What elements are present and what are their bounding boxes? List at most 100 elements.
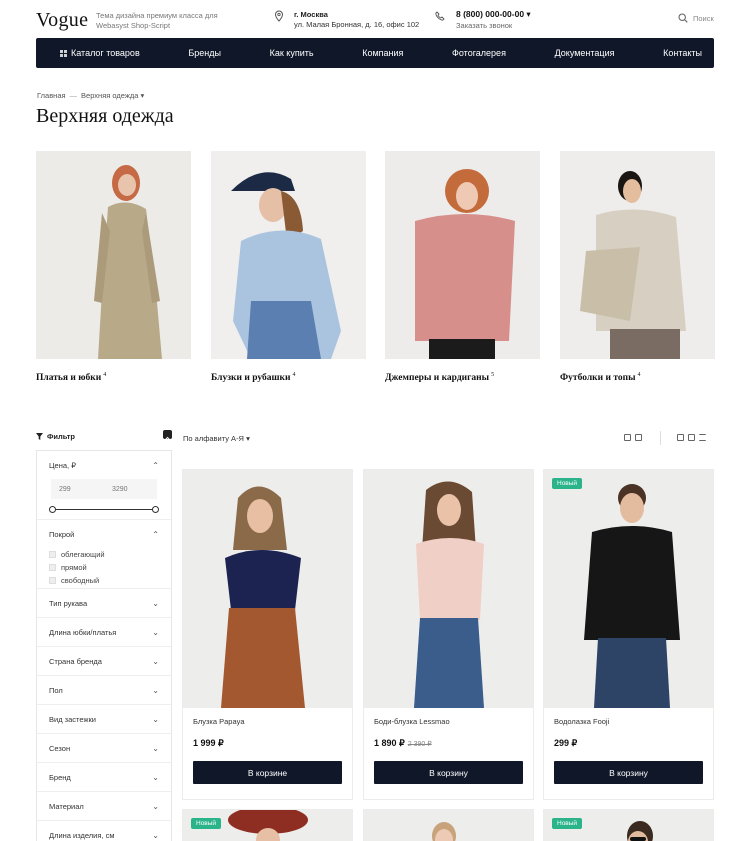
filter-cut: Покрой ⌃ облегающий прямой свободный — [37, 520, 171, 589]
category-image[interactable] — [211, 151, 366, 359]
filter-fastener[interactable]: Вид застежки ⌄ — [37, 705, 171, 734]
chevron-down-icon[interactable]: ▾ — [141, 91, 145, 100]
chevron-down-icon[interactable]: ⌄ — [152, 744, 159, 753]
product-card[interactable]: Новый Водолазка Fooji 299 ₽ В корзину — [543, 469, 714, 800]
category-tile[interactable]: Джемперы и кардиганы 5 — [385, 151, 540, 383]
product-card[interactable]: Боди-блузка Lessmao 1 890 ₽2 390 ₽ В кор… — [363, 469, 534, 800]
chevron-down-icon[interactable]: ⌄ — [152, 802, 159, 811]
filter-section-label: Покрой — [49, 529, 75, 539]
nav-how-to-buy[interactable]: Как купить — [270, 48, 314, 58]
filter-collapse-icon[interactable] — [163, 430, 172, 440]
filter-brand[interactable]: Бренд ⌄ — [37, 763, 171, 792]
chevron-down-icon[interactable]: ⌄ — [152, 599, 159, 608]
logo[interactable]: Vogue — [36, 9, 88, 32]
product-price: 299 ₽ — [554, 738, 703, 749]
filter-price: Цена, ₽ ⌃ 299 3290 — [37, 451, 171, 520]
category-label: Платья и юбки 4 — [36, 372, 191, 383]
city: г. Москва — [294, 10, 328, 19]
product-card[interactable] — [363, 809, 534, 841]
category-name[interactable]: Футболки и топы — [560, 373, 636, 383]
slider-handle-min[interactable] — [49, 506, 56, 513]
nav-contacts[interactable]: Контакты — [663, 48, 702, 58]
category-label: Футболки и топы 4 — [560, 372, 715, 383]
category-image[interactable] — [385, 151, 540, 359]
phone-dropdown-icon[interactable]: ▾ — [526, 9, 530, 19]
search-icon[interactable] — [678, 13, 688, 23]
filter-header[interactable]: Фильтр — [36, 430, 172, 442]
search-label[interactable]: Поиск — [693, 14, 714, 23]
product-image[interactable] — [364, 470, 533, 708]
nav-brands[interactable]: Бренды — [188, 48, 221, 58]
filter-material[interactable]: Материал ⌄ — [37, 792, 171, 821]
filter-section-label: Пол — [49, 685, 63, 695]
category-tile[interactable]: Платья и юбки 4 — [36, 151, 191, 383]
chevron-down-icon[interactable]: ⌄ — [152, 686, 159, 695]
checkbox-option[interactable]: свободный — [49, 574, 159, 587]
nav-gallery[interactable]: Фотогалерея — [452, 48, 506, 58]
filter-skirt-length[interactable]: Длина юбки/платья ⌄ — [37, 618, 171, 647]
add-to-cart-button[interactable]: В корзину — [554, 761, 703, 784]
filter-panel: Цена, ₽ ⌃ 299 3290 Покрой ⌃ облегающий пря… — [36, 450, 172, 841]
category-image[interactable] — [36, 151, 191, 359]
filter-gender[interactable]: Пол ⌄ — [37, 676, 171, 705]
grid-view-icon[interactable] — [677, 434, 684, 441]
in-cart-button[interactable]: В корзине — [193, 761, 342, 784]
chevron-down-icon[interactable]: ⌄ — [152, 628, 159, 637]
sort-dropdown[interactable]: По алфавиту А-Я ▾ — [183, 434, 250, 443]
compact-list-icon[interactable] — [699, 434, 706, 441]
product-image[interactable] — [364, 810, 534, 841]
filter-season[interactable]: Сезон ⌄ — [37, 734, 171, 763]
filter-item-length[interactable]: Длина изделия, см ⌄ — [37, 821, 171, 841]
product-name[interactable]: Водолазка Fooji — [554, 717, 703, 726]
checkbox-option[interactable]: облегающий — [49, 548, 159, 561]
filter-sleeve-type[interactable]: Тип рукава ⌄ — [37, 589, 171, 618]
price-max-input[interactable]: 3290 — [104, 486, 157, 493]
filter-section-header[interactable]: Цена, ₽ ⌃ — [49, 451, 159, 479]
checkbox-option[interactable]: прямой — [49, 561, 159, 574]
breadcrumb-home[interactable]: Главная — [37, 91, 66, 100]
product-card[interactable]: Блузка Papaya 1 999 ₽ В корзине — [182, 469, 353, 800]
category-count: 4 — [292, 372, 296, 378]
category-label: Блузки и рубашки 4 — [211, 372, 366, 383]
chevron-down-icon[interactable]: ⌄ — [152, 715, 159, 724]
chevron-down-icon[interactable]: ⌄ — [152, 657, 159, 666]
category-tile[interactable]: Футболки и топы 4 — [560, 151, 715, 383]
category-name[interactable]: Блузки и рубашки — [211, 373, 290, 383]
nav-company[interactable]: Компания — [362, 48, 403, 58]
filter-brand-country[interactable]: Страна бренда ⌄ — [37, 647, 171, 676]
list-view-icon[interactable] — [688, 434, 695, 441]
phone-number[interactable]: 8 (800) 000-00-00 — [456, 9, 524, 19]
chevron-up-icon[interactable]: ⌃ — [152, 461, 159, 470]
chevron-up-icon[interactable]: ⌃ — [152, 530, 159, 539]
checkbox[interactable] — [49, 551, 56, 558]
breadcrumb-current[interactable]: Верхняя одежда — [81, 91, 138, 100]
callback-link[interactable]: Заказать звонок — [456, 20, 531, 32]
slider-handle-max[interactable] — [152, 506, 159, 513]
nav-label: Каталог товаров — [71, 48, 140, 58]
category-name[interactable]: Джемперы и кардиганы — [385, 373, 489, 383]
price-current: 1 999 ₽ — [193, 738, 224, 748]
filter-section-header[interactable]: Покрой ⌃ — [49, 520, 159, 548]
category-tile[interactable]: Блузки и рубашки 4 — [211, 151, 366, 383]
checkbox-label: облегающий — [61, 550, 105, 559]
image-small-icon[interactable] — [635, 434, 642, 441]
chevron-down-icon[interactable]: ⌄ — [152, 773, 159, 782]
nav-docs[interactable]: Документация — [555, 48, 615, 58]
product-card[interactable]: Новый — [182, 809, 353, 841]
chevron-down-icon[interactable]: ▾ — [246, 434, 250, 443]
product-image[interactable]: Новый — [544, 470, 713, 708]
image-large-icon[interactable] — [624, 434, 631, 441]
product-name[interactable]: Блузка Papaya — [193, 717, 342, 726]
checkbox[interactable] — [49, 564, 56, 571]
product-image[interactable] — [183, 470, 352, 708]
chevron-down-icon[interactable]: ⌄ — [152, 831, 159, 840]
category-name[interactable]: Платья и юбки — [36, 373, 101, 383]
add-to-cart-button[interactable]: В корзину — [374, 761, 523, 784]
nav-catalog[interactable]: Каталог товаров — [60, 48, 140, 58]
category-image[interactable] — [560, 151, 715, 359]
checkbox[interactable] — [49, 577, 56, 584]
price-min-input[interactable]: 299 — [51, 486, 104, 493]
product-name[interactable]: Боди-блузка Lessmao — [374, 717, 523, 726]
product-card[interactable]: Новый — [543, 809, 714, 841]
price-slider[interactable] — [49, 506, 159, 513]
